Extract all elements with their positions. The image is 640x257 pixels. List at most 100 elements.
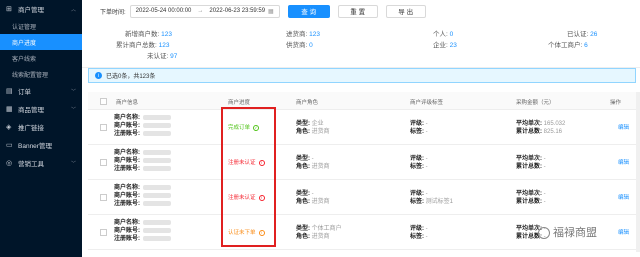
sidebar-group-label: Banner管理 (18, 143, 52, 150)
sidebar-item-verification[interactable]: 认证管理 (0, 18, 82, 34)
merchant-rating: 评级: - 标签: 测试标签1 (410, 191, 454, 205)
stats-panel: 新增商户数: 123 累计商户总数: 123 未认证: 97 进货商: 123 … (82, 22, 640, 68)
date-end: 2022-06-23 23:59:59 (209, 8, 266, 14)
table-row: 商户名称: 商户账号: 注册账号: 注册未认证! 类型: - 角色: 进货商 评… (88, 180, 640, 215)
select-all-checkbox[interactable] (100, 98, 107, 105)
selection-info-bar: i 已选0条，共123条 (88, 68, 636, 83)
merchant-role: 类型: - 角色: 进货商 (296, 191, 330, 205)
edit-link[interactable]: 编辑 (618, 158, 629, 166)
sidebar-group-marketing[interactable]: ◎ 营销工具 ﹀ (0, 154, 82, 172)
table-row: 商户名称: 商户账号: 注册账号: 注册未认证! 类型: - 角色: 进货商 评… (88, 145, 640, 180)
reset-button[interactable]: 重 置 (337, 4, 378, 18)
sidebar-group-label: 商品管理 (18, 107, 44, 114)
row-checkbox[interactable] (100, 194, 107, 201)
redacted-text (143, 165, 171, 171)
sidebar-group-orders[interactable]: ▤ 订单 ﹀ (0, 82, 82, 100)
redacted-text (143, 122, 171, 128)
date-filter-label: 下单时间: (100, 9, 126, 16)
col-header: 商户评级标签 (410, 100, 444, 106)
date-range-picker[interactable]: 2022-05-24 00:00:00 → 2022-06-23 23:59:5… (129, 4, 280, 18)
selection-info-text: 已选0条，共123条 (106, 74, 156, 80)
sidebar-item-customer-leads[interactable]: 客户线索 (0, 50, 82, 66)
edit-link[interactable]: 编辑 (618, 228, 629, 236)
sidebar: ⊞ 商户管理 ︿ 认证管理 商户进度 客户线索 线索配置管理 ▤ 订单 ﹀ ▦ … (0, 0, 82, 257)
filter-bar: 下单时间: 2022-05-24 00:00:00 → 2022-06-23 2… (82, 0, 640, 22)
sidebar-item-lead-config[interactable]: 线索配置管理 (0, 66, 82, 82)
merchant-role: 类型: 企业 角色: 进货商 (296, 121, 330, 135)
query-button[interactable]: 查 询 (287, 4, 330, 18)
stat-cumulative-merchants: 累计商户总数: 123 (116, 42, 170, 49)
highlight-box (221, 107, 276, 247)
table-header: 商户信息 商户进度 商户角色 商户评级标签 采购金额（元） 操作 (88, 92, 640, 110)
wechat-icon (538, 227, 550, 240)
redacted-text (143, 227, 171, 233)
date-start: 2022-05-24 00:00:00 (135, 8, 192, 14)
table-row: 商户名称: 商户账号: 注册账号: 完成订单 ✓ 类型: 企业 角色: 进货商 评… (88, 110, 640, 145)
merchant-role: 类型: 个体工商户 角色: 进货商 (296, 226, 342, 240)
sidebar-group-banner[interactable]: ▭ Banner管理 (0, 136, 82, 154)
stat-enterprise: 企业: 23 (433, 42, 457, 49)
merchant-info: 商户名称: 商户账号: 注册账号: (114, 149, 171, 173)
link-icon: ◈ (6, 124, 12, 131)
purchase-amount: 平均单次: - 累计总数: - (516, 156, 546, 170)
banner-icon: ▭ (6, 142, 13, 149)
redacted-text (143, 192, 171, 198)
purchase-amount: 平均单次: - 累计总数: - (516, 191, 546, 205)
export-button[interactable]: 导 出 (385, 4, 426, 18)
sidebar-group-merchant[interactable]: ⊞ 商户管理 ︿ (0, 0, 82, 18)
scrollbar[interactable] (636, 92, 640, 252)
merchant-rating: 评级: - 标签: - (410, 226, 428, 240)
stat-individual: 个人: 0 (433, 31, 454, 38)
sidebar-group-promo-links[interactable]: ◈ 推广链接 (0, 118, 82, 136)
merchant-info: 商户名称: 商户账号: 注册账号: (114, 184, 171, 208)
row-checkbox[interactable] (100, 159, 107, 166)
sidebar-group-label: 营销工具 (18, 161, 44, 168)
purchase-amount: 平均单次: 165.032 累计总数: 825.16 (516, 121, 566, 135)
col-header: 操作 (610, 100, 622, 106)
watermark-text: 福禄商盟 (553, 227, 597, 239)
stat-unverified: 未认证: 97 (147, 53, 178, 60)
col-header: 采购金额（元） (516, 100, 555, 106)
redacted-text (143, 157, 171, 163)
col-header: 商户角色 (296, 100, 319, 106)
chevron-down-icon: ﹀ (70, 88, 76, 95)
calendar-icon: ▦ (268, 8, 274, 15)
redacted-text (143, 114, 171, 120)
info-icon: i (95, 72, 102, 79)
order-icon: ▤ (6, 88, 13, 95)
sidebar-group-products[interactable]: ▦ 商品管理 ﹀ (0, 100, 82, 118)
redacted-text (143, 219, 171, 225)
stat-new-merchants: 新增商户数: 123 (125, 31, 172, 38)
stat-goods-in: 进货商: 123 (286, 31, 320, 38)
chevron-up-icon: ︿ (70, 6, 76, 13)
chevron-down-icon: ﹀ (70, 106, 76, 113)
merchant-icon: ⊞ (6, 6, 12, 13)
sidebar-group-label: 订单 (18, 89, 31, 96)
merchant-role: 类型: - 角色: 进货商 (296, 156, 330, 170)
redacted-text (143, 149, 171, 155)
sidebar-group-label: 推广链接 (18, 125, 44, 132)
merchant-rating: 评级: - 标签: - (410, 121, 428, 135)
chevron-down-icon: ﹀ (70, 160, 76, 167)
sidebar-item-merchant-progress[interactable]: 商户进度 (0, 34, 82, 50)
redacted-text (143, 200, 171, 206)
watermark: 福禄商盟 (538, 224, 597, 240)
stat-supplier: 供货商: 0 (286, 42, 313, 49)
redacted-text (143, 184, 171, 190)
merchant-rating: 评级: - 标签: - (410, 156, 428, 170)
col-header: 商户进度 (228, 100, 251, 106)
marketing-icon: ◎ (6, 160, 13, 167)
col-header: 商户信息 (116, 100, 139, 106)
edit-link[interactable]: 编辑 (618, 123, 629, 131)
edit-link[interactable]: 编辑 (618, 193, 629, 201)
row-checkbox[interactable] (100, 229, 107, 236)
date-separator: → (197, 8, 204, 14)
stat-verified: 已认证: 26 (567, 31, 598, 38)
merchant-info: 商户名称: 商户账号: 注册账号: (114, 114, 171, 138)
row-checkbox[interactable] (100, 124, 107, 131)
product-icon: ▦ (6, 106, 13, 113)
redacted-text (143, 235, 171, 241)
redacted-text (143, 130, 171, 136)
merchant-info: 商户名称: 商户账号: 注册账号: (114, 219, 171, 243)
sidebar-group-label: 商户管理 (18, 7, 44, 14)
